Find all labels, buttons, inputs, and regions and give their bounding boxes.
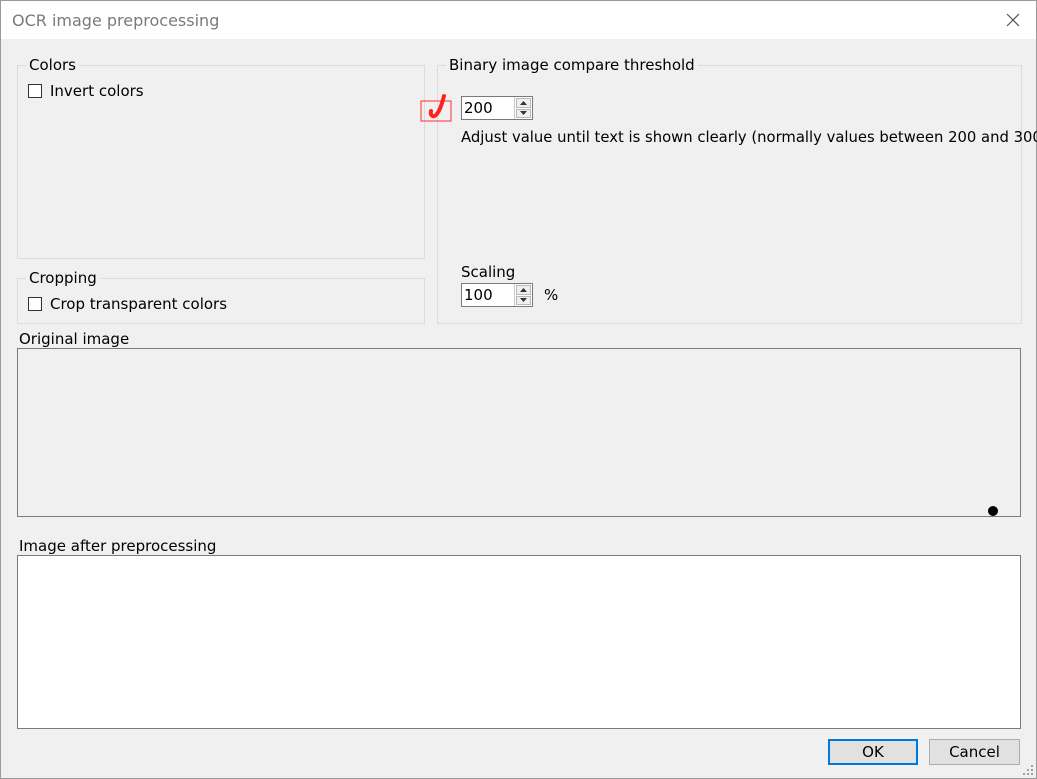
dialog-window: OCR image preprocessing Colors Invert co… <box>0 0 1037 779</box>
image-speck <box>988 506 998 516</box>
threshold-decrement-button[interactable] <box>516 108 531 118</box>
original-image-legend: Original image <box>19 330 136 348</box>
cropping-group-legend: Cropping <box>26 269 100 287</box>
annotation-mark <box>420 94 452 122</box>
crop-transparent-checkbox-row[interactable]: Crop transparent colors <box>28 295 227 313</box>
chevron-up-icon <box>520 287 527 292</box>
threshold-spinner[interactable]: 200 <box>461 96 533 120</box>
scaling-unit: % <box>544 286 559 304</box>
processed-image-legend: Image after preprocessing <box>19 537 223 555</box>
scaling-spin-buttons <box>514 284 532 306</box>
scaling-increment-button[interactable] <box>516 285 531 295</box>
scaling-label: Scaling <box>461 263 516 281</box>
chevron-down-icon <box>520 298 527 303</box>
scaling-value[interactable]: 100 <box>462 284 514 306</box>
threshold-increment-button[interactable] <box>516 98 531 108</box>
threshold-group-legend: Binary image compare threshold <box>446 56 698 74</box>
resize-grip-icon[interactable] <box>1022 764 1034 776</box>
close-icon <box>1006 13 1020 27</box>
chevron-down-icon <box>520 111 527 116</box>
scaling-decrement-button[interactable] <box>516 295 531 305</box>
ok-button[interactable]: OK <box>828 739 918 765</box>
title-bar: OCR image preprocessing <box>1 1 1036 39</box>
threshold-spin-buttons <box>514 97 532 119</box>
cancel-button[interactable]: Cancel <box>929 739 1020 765</box>
invert-colors-checkbox[interactable] <box>28 84 42 98</box>
crop-transparent-checkbox[interactable] <box>28 297 42 311</box>
scaling-spinner[interactable]: 100 <box>461 283 533 307</box>
invert-colors-checkbox-row[interactable]: Invert colors <box>28 82 144 100</box>
processed-image-panel <box>17 555 1021 729</box>
invert-colors-label: Invert colors <box>50 82 144 100</box>
colors-group-legend: Colors <box>26 56 79 74</box>
threshold-value[interactable]: 200 <box>462 97 514 119</box>
threshold-hint: Adjust value until text is shown clearly… <box>461 129 1037 146</box>
cropping-group: Cropping Crop transparent colors <box>17 269 425 324</box>
original-image-panel <box>17 348 1021 517</box>
crop-transparent-label: Crop transparent colors <box>50 295 228 313</box>
window-title: OCR image preprocessing <box>12 11 220 30</box>
chevron-up-icon <box>520 100 527 105</box>
colors-group: Colors Invert colors <box>17 56 425 259</box>
close-button[interactable] <box>990 1 1036 39</box>
